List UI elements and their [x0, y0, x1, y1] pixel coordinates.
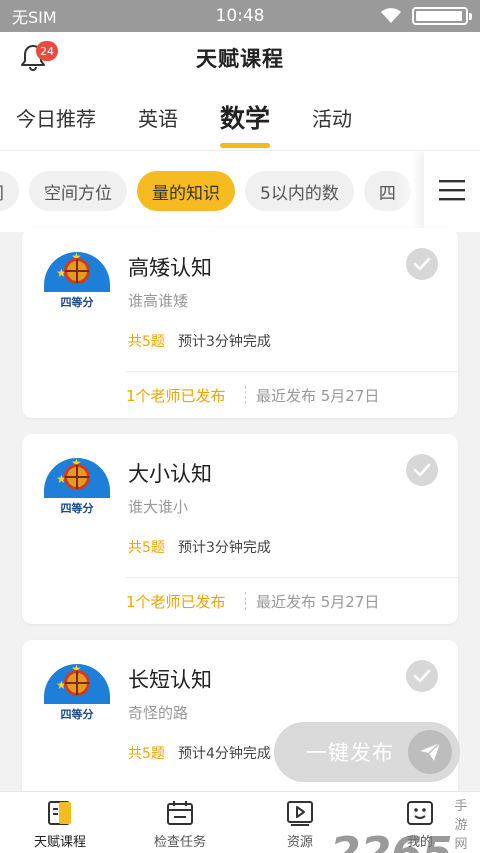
video-icon: [285, 799, 315, 827]
question-count: 共5题: [128, 334, 165, 350]
category-menu-button[interactable]: [424, 151, 480, 232]
app-header: 24 天赋课程: [0, 32, 480, 84]
card-divider: [126, 577, 458, 578]
chip-quantity[interactable]: 量的知识: [137, 171, 235, 211]
course-thumbnail: ★ ★ 四等分: [44, 662, 110, 730]
course-subtitle: 谁大谁小: [128, 498, 189, 516]
thumbnail-caption: 四等分: [60, 502, 94, 515]
nav-talent-courses[interactable]: 天赋课程: [0, 792, 120, 853]
question-count: 共5题: [128, 746, 165, 762]
select-check-icon[interactable]: [406, 660, 438, 692]
time-estimate: 预计3分钟完成: [178, 540, 271, 556]
course-thumbnail: ★ ★ 四等分: [44, 456, 110, 524]
nav-label: 资源: [286, 835, 313, 850]
select-check-icon[interactable]: [406, 454, 438, 486]
notification-badge: 24: [36, 41, 58, 61]
course-subtitle: 奇怪的路: [128, 704, 189, 722]
calendar-icon: [165, 799, 195, 827]
status-bar: 无SIM 10:48: [0, 0, 480, 32]
nav-label: 检查任务: [153, 835, 206, 850]
paper-plane-icon: [408, 730, 452, 774]
nav-label: 我的: [406, 835, 433, 850]
tab-activity[interactable]: 活动: [312, 84, 352, 150]
teachers-published: 1个老师已发布: [126, 593, 226, 611]
chip-numbers-5[interactable]: 5以内的数: [245, 171, 354, 211]
question-count: 共5题: [128, 540, 165, 556]
card-divider: [126, 371, 458, 372]
time-estimate: 预计3分钟完成: [178, 334, 271, 350]
carrier-label: 无SIM: [12, 8, 57, 27]
one-click-publish-button[interactable]: 一键发布: [274, 722, 460, 782]
card-separator: [245, 592, 246, 610]
tab-math[interactable]: 数学: [220, 84, 270, 150]
pizza-icon: [64, 258, 90, 284]
course-card[interactable]: ★ ★ 四等分 大小认知 谁大谁小 共5题 预计3分钟完成 1个老师已发布 最近…: [22, 434, 458, 624]
recent-publish: 最近发布 5月27日: [256, 593, 380, 611]
time-estimate: 预计4分钟完成: [178, 746, 271, 762]
nav-resources[interactable]: 资源: [240, 792, 360, 853]
category-tabs: 今日推荐 英语 数学 活动: [0, 84, 480, 150]
page-title: 天赋课程: [196, 47, 284, 71]
chip-spatial[interactable]: 空间方位: [29, 171, 127, 211]
profile-icon: [405, 799, 435, 827]
select-check-icon[interactable]: [406, 248, 438, 280]
battery-icon: [412, 7, 472, 25]
course-title: 大小认知: [128, 462, 212, 486]
course-subtitle: 谁高谁矮: [128, 292, 189, 310]
hamburger-icon: [439, 179, 465, 205]
nav-label: 天赋课程: [33, 835, 86, 850]
tab-today[interactable]: 今日推荐: [16, 84, 96, 150]
course-title: 高矮认知: [128, 256, 212, 280]
bottom-nav: 天赋课程 检查任务 资源 我的: [0, 791, 480, 853]
course-thumbnail: ★ ★ 四等分: [44, 250, 110, 318]
nav-mine[interactable]: 我的: [360, 792, 480, 853]
course-title: 长短认知: [128, 668, 212, 692]
status-time: 10:48: [215, 6, 265, 26]
wifi-icon: [380, 8, 402, 24]
thumbnail-caption: 四等分: [60, 708, 94, 721]
pizza-icon: [64, 464, 90, 490]
chip-partial[interactable]: 间: [0, 171, 19, 211]
status-icons: [380, 7, 472, 25]
tab-english[interactable]: 英语: [138, 84, 178, 150]
subcategory-bar: 间 空间方位 量的知识 5以内的数 四: [0, 150, 480, 232]
chips-fade: [396, 151, 426, 232]
teachers-published: 1个老师已发布: [126, 387, 226, 405]
card-separator: [245, 386, 246, 404]
pizza-icon: [64, 670, 90, 696]
book-icon: [45, 799, 75, 827]
course-card[interactable]: ★ ★ 四等分 高矮认知 谁高谁矮 共5题 预计3分钟完成 1个老师已发布 最近…: [22, 228, 458, 418]
publish-label: 一键发布: [306, 741, 394, 765]
nav-check-tasks[interactable]: 检查任务: [120, 792, 240, 853]
recent-publish: 最近发布 5月27日: [256, 387, 380, 405]
thumbnail-caption: 四等分: [60, 296, 94, 309]
subcategory-chips: 间 空间方位 量的知识 5以内的数 四: [0, 171, 411, 211]
